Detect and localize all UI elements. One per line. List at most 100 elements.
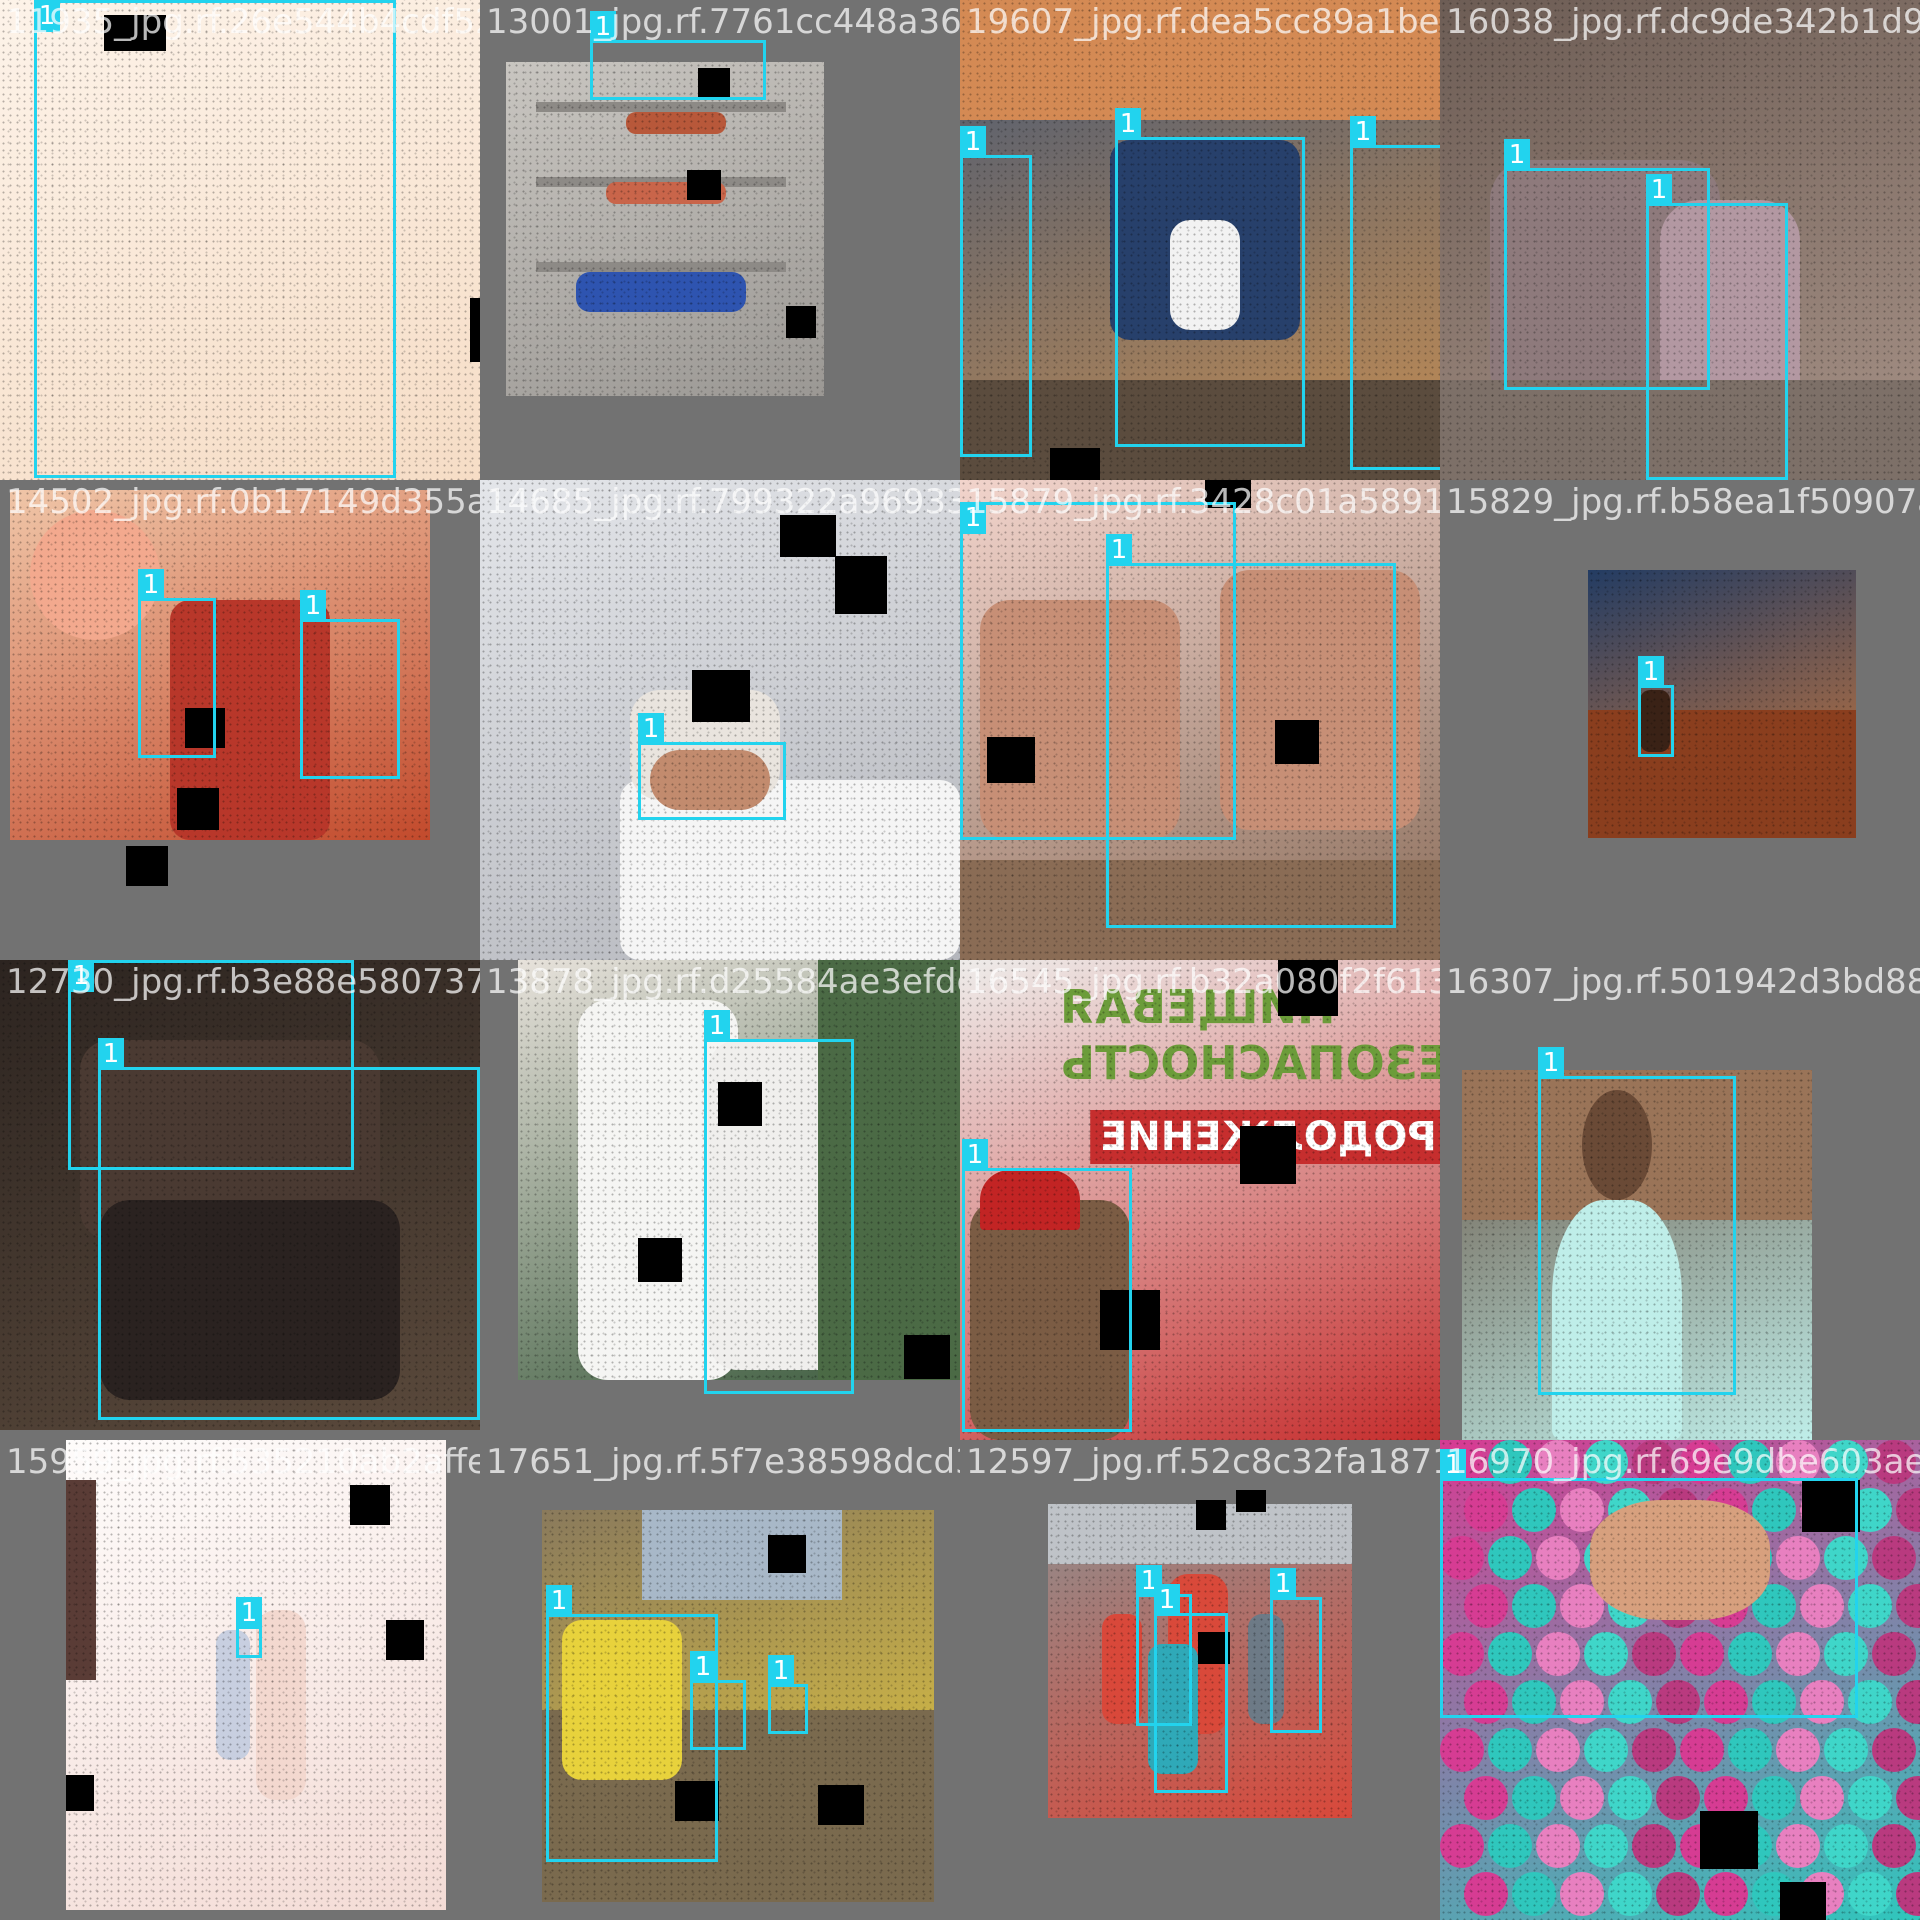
ball xyxy=(1608,1776,1652,1820)
detection-box: 1 xyxy=(1538,1047,1736,1395)
child-figure xyxy=(626,112,726,134)
desert-ground xyxy=(1588,710,1856,838)
mosaic-tile: 1 16307_jpg.rf.501942d3bd885deb xyxy=(1440,960,1920,1440)
box-label: 1 xyxy=(704,1010,730,1042)
detection-box: 1 xyxy=(704,1010,854,1394)
mosaic-tile: 111935_jpg.rf.26e544b4cdf52e309d733b9f1f… xyxy=(0,0,480,480)
mosaic-tile: 1 1 12730_jpg.rf.b3e88e5807374 xyxy=(0,960,480,1440)
box-label: 1 xyxy=(300,590,326,622)
mosaic-tile: 1 14685_jpg.rf.799322a969337d xyxy=(480,480,960,960)
tile-caption: 16038_jpg.rf.dc9de342b1d9 xyxy=(1446,2,1920,42)
cutout-mask xyxy=(1196,1500,1226,1530)
box-label: 1 xyxy=(962,1139,988,1171)
mosaic-tile: 1 1 1 19607_jpg.rf.dea5cc89a1be285685a8bcd3… xyxy=(960,0,1440,480)
cutout-mask xyxy=(66,1775,94,1811)
box-label: 1 xyxy=(98,1038,124,1070)
cutout-mask xyxy=(386,1620,424,1660)
ball xyxy=(1608,1872,1652,1916)
detection-box: 1 xyxy=(98,1038,480,1420)
cutout-mask xyxy=(1050,448,1100,480)
tile-caption: 11935_jpg.rf.26e544b4cdf52e309d733b9f1f7… xyxy=(6,2,480,42)
ball xyxy=(1464,1872,1508,1916)
ball xyxy=(1896,1584,1920,1628)
ball xyxy=(1896,1680,1920,1724)
tile-caption: 13001_jpg.rf.7761cc448a36960089b6d2ea79 xyxy=(486,2,960,42)
box-label: 1 xyxy=(768,1655,794,1687)
detection-box: 1 xyxy=(34,0,396,478)
tile-caption: 12730_jpg.rf.b3e88e5807374 xyxy=(6,962,480,1002)
tile-caption: 15829_jpg.rf.b58ea1f50907a xyxy=(1446,482,1920,522)
ball xyxy=(1776,1824,1820,1868)
detection-box: 1 xyxy=(638,713,786,820)
box-label: 1 xyxy=(1154,1584,1180,1616)
ball xyxy=(1848,1872,1892,1916)
ball xyxy=(1872,1632,1916,1676)
detection-box: 1 xyxy=(960,126,1032,457)
box-label: 1 xyxy=(1638,656,1664,688)
ball xyxy=(1896,1488,1920,1532)
mosaic-tile: 1 15959_jpg.rf.535210ab2affeb xyxy=(0,1440,480,1920)
mosaic-tile: 1115879_jpg.rf.3428c01a58915889 xyxy=(960,480,1440,960)
ball xyxy=(1488,1824,1532,1868)
ball xyxy=(1824,1824,1868,1868)
ball xyxy=(1536,1824,1580,1868)
ball xyxy=(1848,1776,1892,1820)
cutout-mask xyxy=(692,670,750,722)
cutout-mask xyxy=(786,306,816,338)
cutout-mask xyxy=(904,1335,950,1379)
detection-box: 1 xyxy=(1154,1584,1228,1793)
box-label: 1 xyxy=(1538,1047,1564,1079)
tile-caption: 19607_jpg.rf.dea5cc89a1be285685a8bcd32fd… xyxy=(966,2,1440,42)
ball xyxy=(1872,1824,1916,1868)
ball xyxy=(1632,1728,1676,1772)
ball xyxy=(1872,1536,1916,1580)
shelf-edge xyxy=(536,102,786,112)
detection-box: 1 xyxy=(236,1597,262,1658)
detection-box: 1 xyxy=(690,1651,746,1750)
detection-box: 1 xyxy=(1638,656,1674,757)
box-label: 1 xyxy=(690,1651,716,1683)
tile-caption: 15959_jpg.rf.535210ab2affeb xyxy=(6,1442,480,1482)
box-label: 1 xyxy=(1270,1568,1296,1600)
tile-caption: 16970_jpg.rf.69e9dbe603aeb3 xyxy=(1446,1442,1920,1482)
woman-figure xyxy=(256,1610,306,1800)
tile-caption: 14502_jpg.rf.0b17149d355a8d5cc4 xyxy=(6,482,480,522)
person-figure xyxy=(576,272,746,312)
mosaic-tile: ПИЩЕВАЯБЕЗОПАСНОСТЬПРОДОЛЖЕНИЕ116545_jpg… xyxy=(960,960,1440,1440)
detection-box: 1 xyxy=(590,11,766,100)
ball xyxy=(1512,1872,1556,1916)
ball xyxy=(1728,1728,1772,1772)
mosaic-tile: 1 13878_jpg.rf.d25584ae3efdd585 xyxy=(480,960,960,1440)
ball xyxy=(1512,1776,1556,1820)
cutout-mask xyxy=(687,170,721,200)
tile-caption: 15879_jpg.rf.3428c01a58915889 xyxy=(966,482,1440,522)
box-label: 1 xyxy=(236,1597,262,1629)
cutout-mask xyxy=(1780,1882,1826,1920)
mosaic-tile: 1 1 14502_jpg.rf.0b17149d355a8d5cc4 xyxy=(0,480,480,960)
banner-text: БЕЗОПАСНОСТЬ xyxy=(1060,1036,1440,1090)
box-label: 1 xyxy=(960,126,986,158)
cutout-mask xyxy=(1240,1126,1296,1184)
detection-box: 1 xyxy=(962,1139,1132,1432)
ball xyxy=(1896,1872,1920,1916)
box-label: 1 xyxy=(1504,139,1530,171)
ball xyxy=(1656,1776,1700,1820)
box-label: 1 xyxy=(1646,174,1672,206)
box-label: 1 xyxy=(1106,534,1132,566)
detection-box: 1 xyxy=(138,569,216,758)
sky xyxy=(642,1510,842,1600)
ball xyxy=(1440,1728,1484,1772)
cutout-mask xyxy=(177,788,219,830)
ball xyxy=(1560,1776,1604,1820)
box-label: 1 xyxy=(546,1585,572,1617)
mosaic-tile: 1 1 1 17651_jpg.rf.5f7e38598dcd37f5 xyxy=(480,1440,960,1920)
detection-box: 1 xyxy=(1270,1568,1322,1733)
ball xyxy=(1872,1728,1916,1772)
ball xyxy=(1656,1872,1700,1916)
ball xyxy=(1704,1872,1748,1916)
detection-box: 1 xyxy=(300,590,400,779)
box-label: 1 xyxy=(638,713,664,745)
ball xyxy=(1584,1824,1628,1868)
cutout-mask xyxy=(350,1485,390,1525)
ball xyxy=(1776,1728,1820,1772)
